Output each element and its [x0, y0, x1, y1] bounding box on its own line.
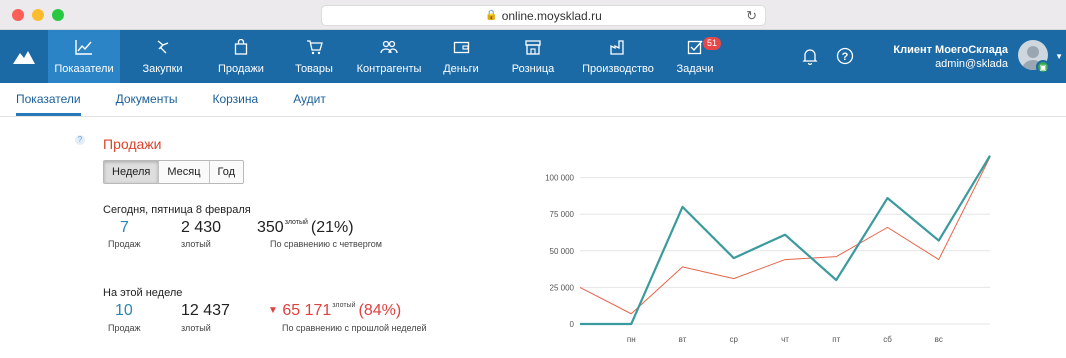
nav-item-retail[interactable]: Розница	[495, 30, 571, 83]
chart-y-tick-label: 75 000	[550, 210, 575, 219]
today-label: Сегодня, пятница 8 февраля	[103, 204, 251, 216]
chart-x-tick-label: чт	[781, 335, 789, 344]
checkbox-icon	[687, 39, 704, 60]
week-diff-value: ▼ 65 171злотый (84%)	[268, 302, 401, 320]
chart-x-tick-label: сб	[883, 335, 892, 344]
svg-text:?: ?	[842, 51, 849, 63]
nav-label: Производство	[582, 62, 654, 75]
period-year-button[interactable]: Год	[209, 161, 244, 183]
nav-label: Закупки	[142, 62, 183, 75]
week-diff-unit: злотый	[332, 302, 356, 309]
nav-label: Товары	[295, 62, 333, 75]
week-sales-count-label: Продаж	[108, 323, 141, 333]
chart-series-line-1	[580, 155, 991, 326]
arrow-down-icon: ▼	[268, 305, 278, 316]
line-chart-icon	[75, 39, 93, 60]
browser-chrome: 🔒 online.moysklad.ru ↻	[0, 0, 1066, 30]
dashboard-content: ? Продажи Неделя Месяц Год Сегодня, пятн…	[0, 117, 1066, 358]
user-login: admin@sklada	[935, 58, 1008, 70]
tab-indicators[interactable]: Показатели	[16, 83, 81, 116]
nav-item-counterparties[interactable]: Контрагенты	[351, 30, 427, 83]
chart-x-tick-label: вс	[935, 335, 943, 344]
today-amount-label: злотый	[181, 239, 211, 249]
period-selector: Неделя Месяц Год	[103, 160, 245, 184]
today-diff: 350	[257, 219, 284, 236]
question-icon[interactable]: ?	[75, 135, 85, 145]
nav-item-tasks[interactable]: 51 Задачи	[665, 30, 725, 83]
nav-item-sales[interactable]: Продажи	[205, 30, 277, 83]
week-sales-count: 10	[115, 302, 133, 319]
chart-x-tick-label: ср	[730, 335, 739, 344]
user-name: Клиент МоегоСклада	[893, 44, 1008, 56]
sales-title: Продажи	[103, 136, 162, 152]
factory-icon	[609, 39, 627, 60]
nav-label: Продажи	[218, 62, 264, 75]
chart-y-tick-label: 0	[570, 320, 575, 329]
chart-y-tick-label: 100 000	[545, 174, 574, 183]
lock-icon: 🔒	[485, 10, 498, 21]
tab-documents[interactable]: Документы	[116, 83, 178, 116]
minimize-window-button[interactable]	[32, 9, 44, 21]
cart-icon	[306, 39, 323, 60]
nav-item-money[interactable]: Деньги	[427, 30, 495, 83]
close-window-button[interactable]	[12, 9, 24, 21]
nav-label: Контрагенты	[356, 62, 422, 75]
maximize-window-button[interactable]	[52, 9, 64, 21]
nav-item-purchases[interactable]: Закупки	[120, 30, 205, 83]
nav-label: Показатели	[54, 62, 114, 75]
week-amount: 12 437	[181, 302, 230, 319]
bell-icon[interactable]	[800, 46, 820, 66]
week-diff-label: По сравнению с прошлой неделей	[282, 323, 427, 333]
wallet-icon	[453, 39, 470, 60]
today-diff-unit: злотый	[284, 219, 308, 226]
week-amount-label: злотый	[181, 323, 211, 333]
help-icon[interactable]: ?	[835, 46, 855, 66]
chevron-down-icon[interactable]: ▼	[1055, 52, 1063, 61]
nav-item-goods[interactable]: Товары	[277, 30, 351, 83]
period-week-button[interactable]: Неделя	[104, 161, 160, 183]
user-menu[interactable]: Клиент МоегоСклада admin@sklada	[893, 44, 1008, 70]
chart-x-tick-label: вт	[679, 335, 687, 344]
week-diff-pct: (84%)	[358, 302, 402, 319]
tab-trash[interactable]: Корзина	[212, 83, 258, 116]
chart-y-tick-label: 25 000	[550, 283, 575, 292]
top-navigation: Показатели Закупки Продажи Товары Контра…	[0, 30, 1066, 83]
week-diff: 65 171	[282, 302, 332, 319]
chart-y-tick-label: 50 000	[550, 247, 575, 256]
today-sales-count: 7	[120, 219, 129, 236]
people-icon	[380, 39, 398, 60]
address-bar[interactable]: 🔒 online.moysklad.ru ↻	[321, 5, 766, 26]
logo-icon	[13, 50, 35, 64]
today-diff-label: По сравнению с четвергом	[270, 239, 382, 249]
today-sales-count-label: Продаж	[108, 239, 141, 249]
purchases-icon	[155, 39, 171, 60]
nav-label: Задачи	[676, 62, 714, 75]
url-text: online.moysklad.ru	[501, 8, 602, 23]
moysklad-logo[interactable]	[0, 30, 48, 83]
sub-navigation: Показатели Документы Корзина Аудит	[0, 83, 1066, 117]
store-icon	[524, 39, 542, 60]
today-diff-value: 350злотый (21%)	[257, 219, 354, 237]
sales-chart: 0 25 000 50 000 75 000 100 000 пн вт ср чт пт сб вс	[545, 155, 991, 344]
nav-item-indicators[interactable]: Показатели	[48, 30, 120, 83]
chart-x-tick-label: пн	[627, 335, 636, 344]
nav-label: Деньги	[443, 62, 479, 75]
tab-audit[interactable]: Аудит	[293, 83, 326, 116]
period-month-button[interactable]: Месяц	[159, 161, 210, 183]
chart-x-tick-label: пт	[832, 335, 840, 344]
nav-label: Розница	[511, 62, 555, 75]
week-label: На этой неделе	[103, 287, 183, 299]
tasks-count-badge: 51	[703, 37, 722, 50]
today-amount: 2 430	[181, 219, 222, 236]
store-badge-icon: ▣	[1036, 60, 1050, 74]
nav-item-production[interactable]: Производство	[571, 30, 665, 83]
shopping-bag-icon	[233, 38, 249, 60]
reload-icon[interactable]: ↻	[746, 8, 757, 24]
today-diff-pct: (21%)	[310, 219, 354, 236]
